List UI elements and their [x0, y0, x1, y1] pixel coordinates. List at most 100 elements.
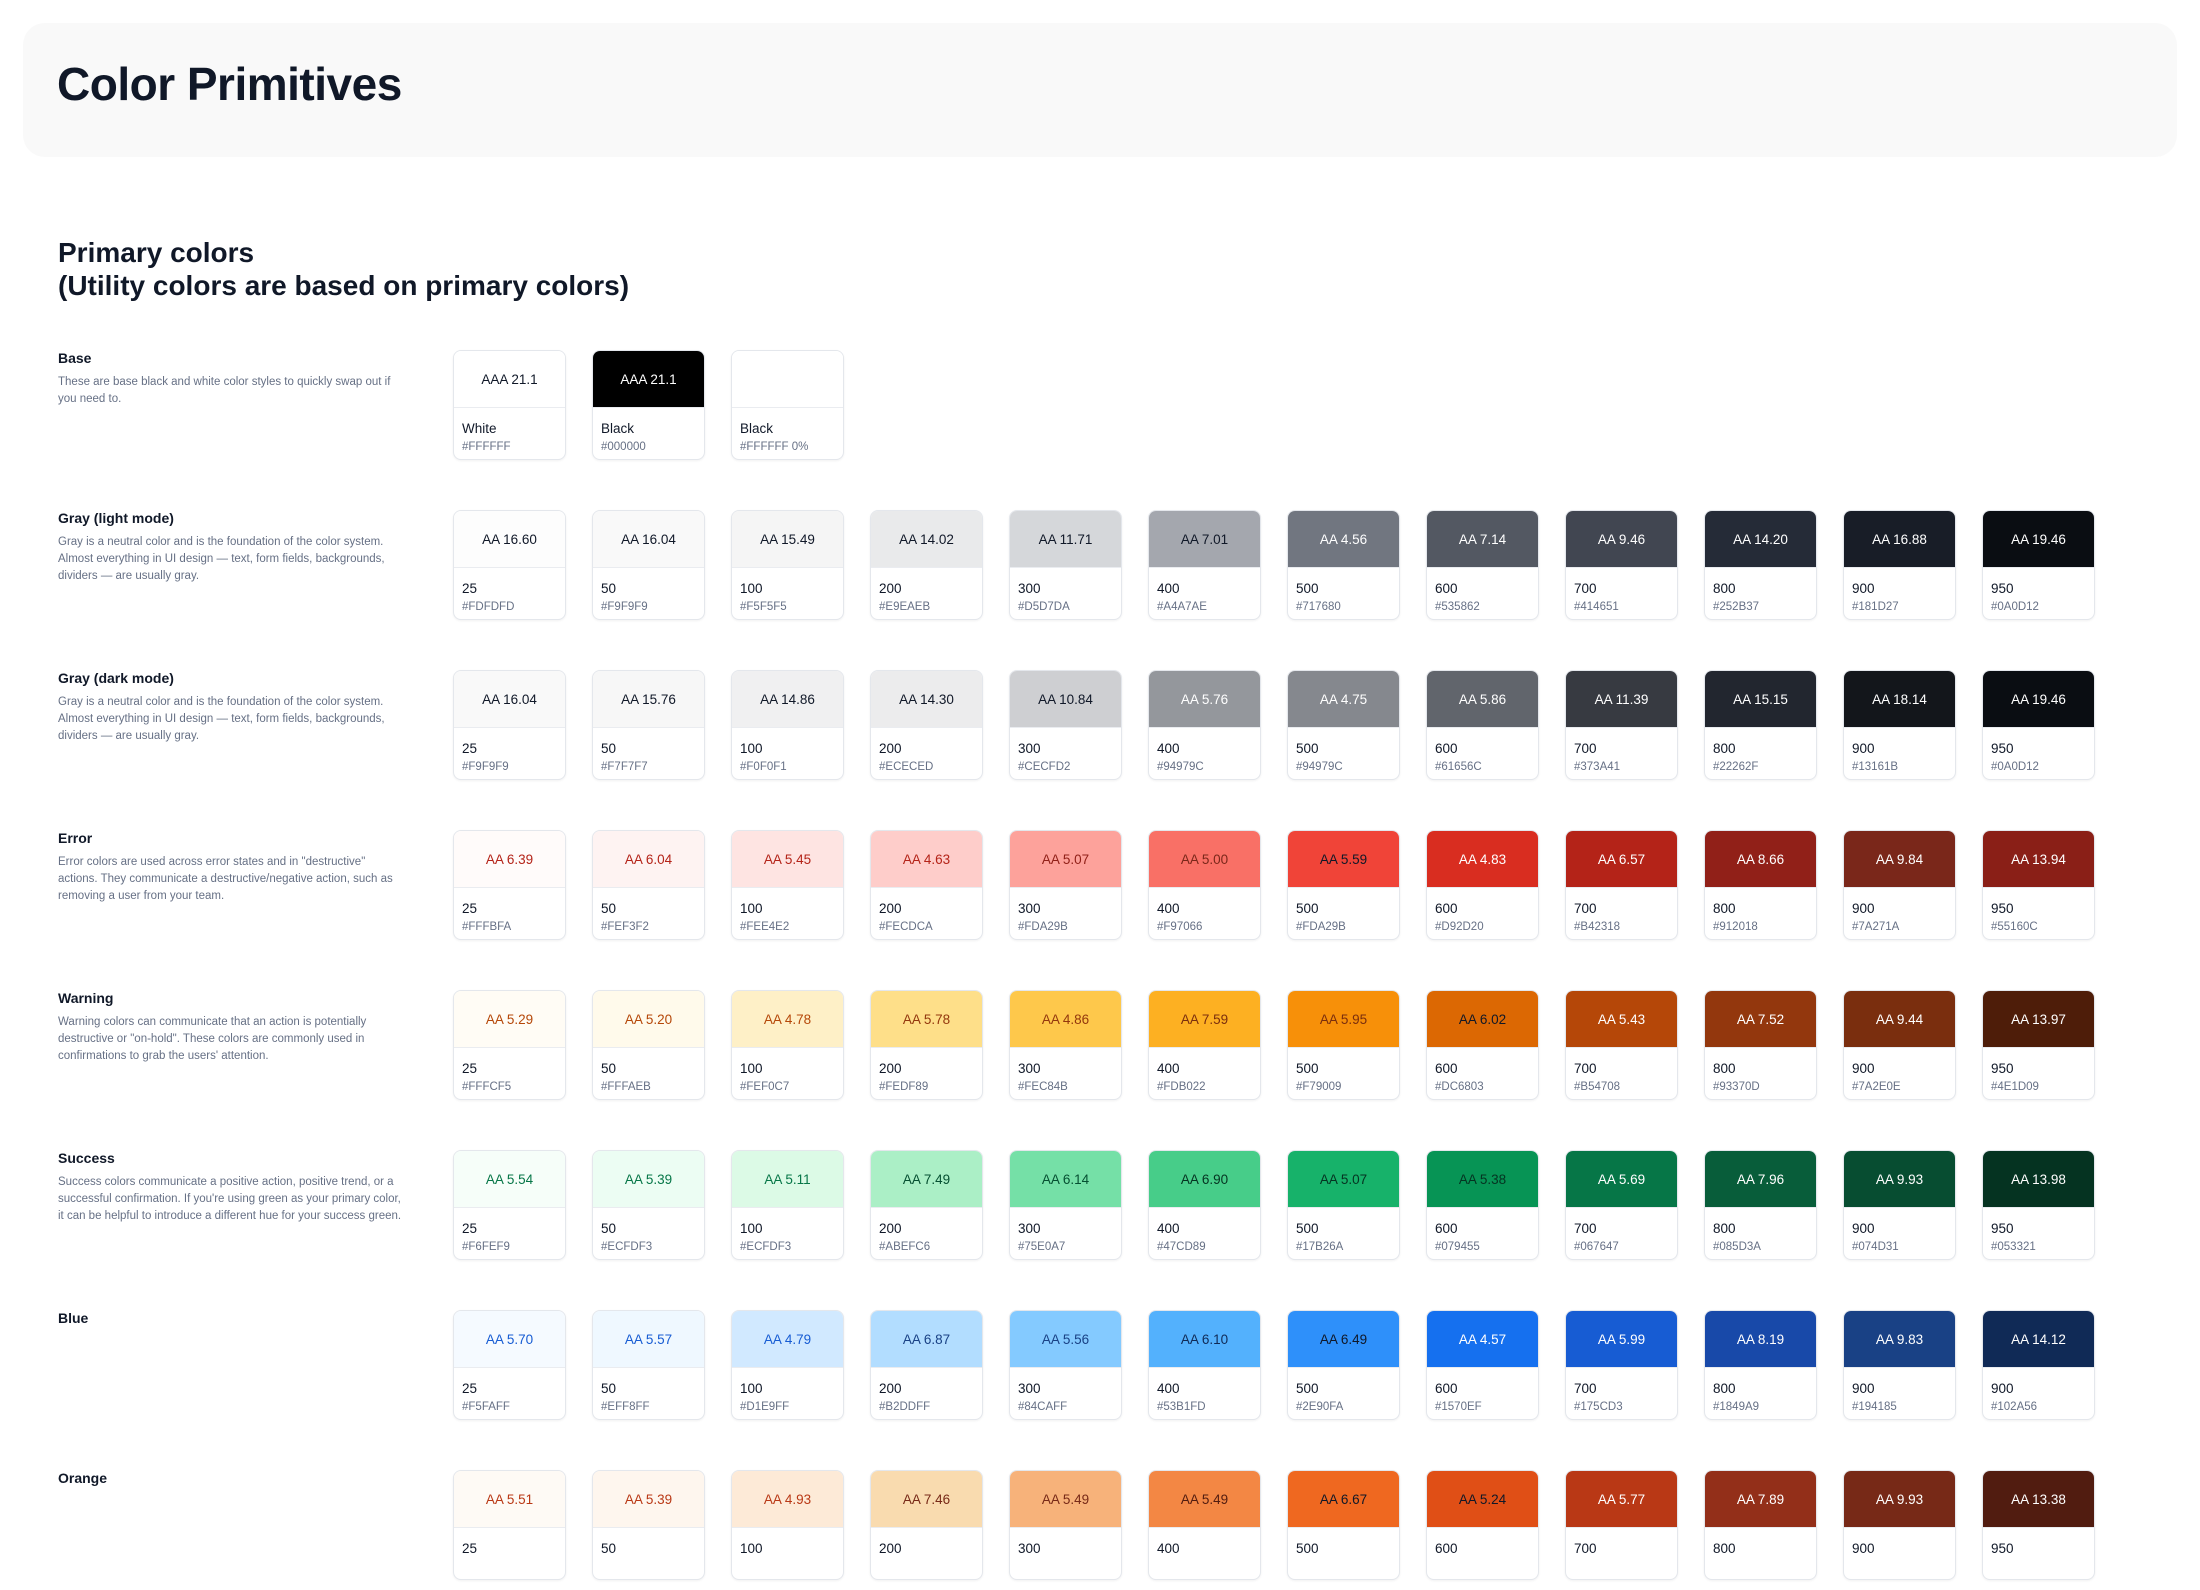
color-swatch[interactable]: AA 5.56 300 #84CAFF — [1009, 1310, 1122, 1420]
color-swatch[interactable]: AA 14.12 900 #102A56 — [1982, 1310, 2095, 1420]
swatch-hex: #102A56 — [1991, 1401, 2038, 1413]
color-swatch[interactable]: AA 5.51 25 — [453, 1470, 566, 1580]
color-swatch[interactable]: AA 9.83 900 #194185 — [1843, 1310, 1956, 1420]
color-swatch[interactable]: AA 14.20 800 #252B37 — [1704, 510, 1817, 620]
color-swatch[interactable]: AA 6.49 500 #2E90FA — [1287, 1310, 1400, 1420]
color-swatch[interactable]: AA 4.86 300 #FEC84B — [1009, 990, 1122, 1100]
color-swatch[interactable]: AA 5.77 700 — [1565, 1470, 1678, 1580]
color-swatch[interactable]: AA 6.57 700 #B42318 — [1565, 830, 1678, 940]
color-swatch[interactable]: AA 7.96 800 #085D3A — [1704, 1150, 1817, 1260]
color-swatch[interactable]: AA 9.44 900 #7A2E0E — [1843, 990, 1956, 1100]
color-swatch[interactable]: AA 13.94 950 #55160C — [1982, 830, 2095, 940]
swatch-color-chip: AA 14.30 — [871, 671, 982, 728]
color-swatch[interactable]: AA 8.19 800 #1849A9 — [1704, 1310, 1817, 1420]
color-swatch[interactable]: AA 19.46 950 #0A0D12 — [1982, 670, 2095, 780]
color-swatch[interactable]: AA 19.46 950 #0A0D12 — [1982, 510, 2095, 620]
color-swatch[interactable]: AA 4.57 600 #1570EF — [1426, 1310, 1539, 1420]
color-swatch[interactable]: AA 7.01 400 #A4A7AE — [1148, 510, 1261, 620]
color-swatch[interactable]: AA 15.49 100 #F5F5F5 — [731, 510, 844, 620]
color-swatch[interactable]: AA 5.11 100 #ECFDF3 — [731, 1150, 844, 1260]
swatch-name: 950 — [1991, 901, 2014, 916]
color-swatch[interactable]: AA 15.76 50 #F7F7F7 — [592, 670, 705, 780]
color-swatch[interactable]: AA 4.83 600 #D92D20 — [1426, 830, 1539, 940]
color-swatch[interactable]: AA 10.84 300 #CECFD2 — [1009, 670, 1122, 780]
color-swatch[interactable]: AA 5.39 50 — [592, 1470, 705, 1580]
color-swatch[interactable]: AA 5.99 700 #175CD3 — [1565, 1310, 1678, 1420]
color-swatch[interactable]: AA 4.79 100 #D1E9FF — [731, 1310, 844, 1420]
color-swatch[interactable]: AA 11.39 700 #373A41 — [1565, 670, 1678, 780]
color-swatch[interactable]: AA 8.66 800 #912018 — [1704, 830, 1817, 940]
color-swatch[interactable]: AAA 21.1 Black #000000 — [592, 350, 705, 460]
swatch-name: 400 — [1157, 1221, 1180, 1236]
color-swatch[interactable]: AA 5.07 500 #17B26A — [1287, 1150, 1400, 1260]
swatch-color-chip: AA 6.87 — [871, 1311, 982, 1368]
color-swatch[interactable]: AA 7.52 800 #93370D — [1704, 990, 1817, 1100]
color-swatch[interactable]: AA 4.75 500 #94979C — [1287, 670, 1400, 780]
swatch-name: 900 — [1852, 901, 1875, 916]
color-swatch[interactable]: AA 7.14 600 #535862 — [1426, 510, 1539, 620]
color-swatch[interactable]: AA 18.14 900 #13161B — [1843, 670, 1956, 780]
color-swatch[interactable]: AA 5.43 700 #B54708 — [1565, 990, 1678, 1100]
color-swatch[interactable]: AA 5.69 700 #067647 — [1565, 1150, 1678, 1260]
color-swatch[interactable]: AA 6.10 400 #53B1FD — [1148, 1310, 1261, 1420]
color-swatch[interactable]: AA 5.76 400 #94979C — [1148, 670, 1261, 780]
color-swatch[interactable]: AA 5.39 50 #ECFDF3 — [592, 1150, 705, 1260]
color-swatch[interactable]: Black #FFFFFF 0% — [731, 350, 844, 460]
color-swatch[interactable]: AA 14.30 200 #ECECED — [870, 670, 983, 780]
color-swatch[interactable]: AA 6.87 200 #B2DDFF — [870, 1310, 983, 1420]
swatch-hex: #FDB022 — [1157, 1081, 1206, 1093]
color-swatch[interactable]: AA 6.04 50 #FEF3F2 — [592, 830, 705, 940]
color-swatch[interactable]: AA 6.14 300 #75E0A7 — [1009, 1150, 1122, 1260]
swatch-name: 600 — [1435, 741, 1458, 756]
color-swatch[interactable]: AA 16.60 25 #FDFDFD — [453, 510, 566, 620]
swatch-color-chip: AA 15.49 — [732, 511, 843, 568]
swatch-name: 300 — [1018, 581, 1041, 596]
color-swatch[interactable]: AAA 21.1 White #FFFFFF — [453, 350, 566, 460]
color-swatch[interactable]: AA 5.20 50 #FFFAEB — [592, 990, 705, 1100]
color-swatch[interactable]: AA 14.02 200 #E9EAEB — [870, 510, 983, 620]
color-swatch[interactable]: AA 9.46 700 #414651 — [1565, 510, 1678, 620]
color-swatch[interactable]: AA 16.04 50 #F9F9F9 — [592, 510, 705, 620]
color-swatch[interactable]: AA 7.89 800 — [1704, 1470, 1817, 1580]
color-swatch[interactable]: AA 5.07 300 #FDA29B — [1009, 830, 1122, 940]
color-swatch[interactable]: AA 16.04 25 #F9F9F9 — [453, 670, 566, 780]
color-swatch[interactable]: AA 13.97 950 #4E1D09 — [1982, 990, 2095, 1100]
color-swatch[interactable]: AA 4.93 100 — [731, 1470, 844, 1580]
color-swatch[interactable]: AA 6.90 400 #47CD89 — [1148, 1150, 1261, 1260]
color-swatch[interactable]: AA 4.56 500 #717680 — [1287, 510, 1400, 620]
color-swatch[interactable]: AA 9.84 900 #7A271A — [1843, 830, 1956, 940]
color-swatch[interactable]: AA 6.02 600 #DC6803 — [1426, 990, 1539, 1100]
color-swatch[interactable]: AA 7.49 200 #ABEFC6 — [870, 1150, 983, 1260]
color-swatch[interactable]: AA 11.71 300 #D5D7DA — [1009, 510, 1122, 620]
color-swatch[interactable]: AA 5.49 300 — [1009, 1470, 1122, 1580]
color-swatch[interactable]: AA 5.59 500 #FDA29B — [1287, 830, 1400, 940]
color-swatch[interactable]: AA 15.15 800 #22262F — [1704, 670, 1817, 780]
color-swatch[interactable]: AA 5.70 25 #F5FAFF — [453, 1310, 566, 1420]
color-swatch[interactable]: AA 6.67 500 — [1287, 1470, 1400, 1580]
color-swatch[interactable]: AA 5.54 25 #F6FEF9 — [453, 1150, 566, 1260]
color-swatch[interactable]: AA 7.46 200 — [870, 1470, 983, 1580]
color-swatch[interactable]: AA 5.78 200 #FEDF89 — [870, 990, 983, 1100]
row-name: Gray (dark mode) — [58, 670, 174, 686]
color-swatch[interactable]: AA 13.38 950 — [1982, 1470, 2095, 1580]
color-swatch[interactable]: AA 6.39 25 #FFFBFA — [453, 830, 566, 940]
color-swatch[interactable]: AA 5.49 400 — [1148, 1470, 1261, 1580]
color-swatch[interactable]: AA 5.57 50 #EFF8FF — [592, 1310, 705, 1420]
color-swatch[interactable]: AA 5.45 100 #FEE4E2 — [731, 830, 844, 940]
color-swatch[interactable]: AA 5.38 600 #079455 — [1426, 1150, 1539, 1260]
color-swatch[interactable]: AA 5.95 500 #F79009 — [1287, 990, 1400, 1100]
color-swatch[interactable]: AA 5.29 25 #FFFCF5 — [453, 990, 566, 1100]
color-swatch[interactable]: AA 4.63 200 #FECDCA — [870, 830, 983, 940]
color-swatch[interactable]: AA 5.86 600 #61656C — [1426, 670, 1539, 780]
color-swatch[interactable]: AA 5.00 400 #F97066 — [1148, 830, 1261, 940]
swatch-color-chip: AAA 21.1 — [593, 351, 704, 408]
color-swatch[interactable]: AA 13.98 950 #053321 — [1982, 1150, 2095, 1260]
color-swatch[interactable]: AA 7.59 400 #FDB022 — [1148, 990, 1261, 1100]
color-swatch[interactable]: AA 14.86 100 #F0F0F1 — [731, 670, 844, 780]
color-swatch[interactable]: AA 5.24 600 — [1426, 1470, 1539, 1580]
color-swatch[interactable]: AA 4.78 100 #FEF0C7 — [731, 990, 844, 1100]
color-swatch[interactable]: AA 16.88 900 #181D27 — [1843, 510, 1956, 620]
swatch-name: 25 — [462, 581, 478, 596]
color-swatch[interactable]: AA 9.93 900 #074D31 — [1843, 1150, 1956, 1260]
color-swatch[interactable]: AA 9.93 900 — [1843, 1470, 1956, 1580]
